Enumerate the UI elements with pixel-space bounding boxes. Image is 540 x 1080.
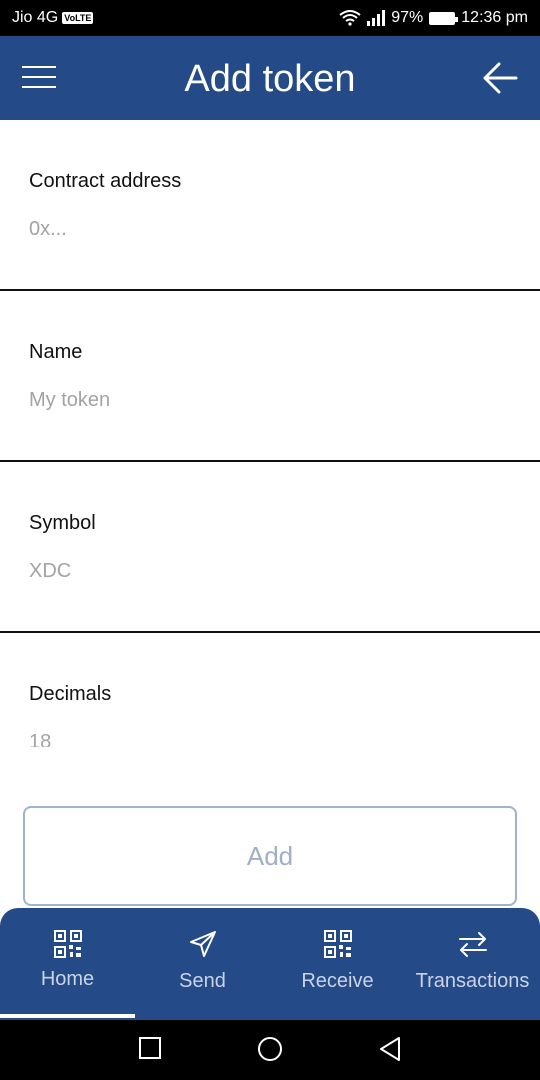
qr-code-icon [323,930,352,958]
nav-label-transactions: Transactions [415,970,530,992]
home-circle-icon[interactable] [257,1036,283,1062]
symbol-field: Symbol [0,462,540,632]
app-bar: Add token [0,36,540,120]
nav-label-send: Send [179,970,226,992]
decimals-input[interactable] [29,731,509,747]
battery-percent: 97% [391,9,424,26]
battery-icon [429,11,459,25]
arrow-left-icon[interactable] [482,60,518,96]
contract-address-field: Contract address [0,120,540,292]
bottom-nav: Home Send Receive Transactions [0,908,540,1020]
active-indicator [0,1014,135,1018]
contract-address-input[interactable] [29,218,509,241]
status-left: Jio 4G VoLTE [12,9,94,27]
nav-label-home: Home [40,968,95,990]
nav-item-send[interactable]: Send [135,908,270,1018]
name-input[interactable] [29,389,509,412]
contract-address-label: Contract address [29,170,182,192]
decimals-label: Decimals [29,683,112,705]
decimals-field: Decimals [0,633,540,747]
back-triangle-icon[interactable] [378,1036,402,1062]
swap-arrows-icon [458,932,487,957]
carrier-label: Jio 4G [12,9,59,26]
system-nav-bar [0,1020,540,1080]
qr-code-icon [53,930,82,958]
name-field: Name [0,291,540,461]
signal-icon [367,10,386,26]
symbol-label: Symbol [29,512,96,534]
volte-badge: VoLTE [62,12,94,24]
status-bar: Jio 4G VoLTE 97% 12:36 pm [0,0,540,36]
nav-item-receive[interactable]: Receive [270,908,405,1018]
nav-item-home[interactable]: Home [0,908,135,1018]
status-right: 97% 12:36 pm [339,9,528,27]
recent-apps-icon[interactable] [138,1036,162,1060]
nav-item-transactions[interactable]: Transactions [405,908,540,1018]
page-title: Add token [184,58,356,100]
symbol-input[interactable] [29,560,509,583]
name-label: Name [29,341,83,363]
wifi-icon [339,10,361,26]
nav-label-receive: Receive [301,970,374,992]
send-icon [189,931,216,957]
add-button[interactable]: Add [23,806,517,906]
clock: 12:36 pm [461,9,528,26]
